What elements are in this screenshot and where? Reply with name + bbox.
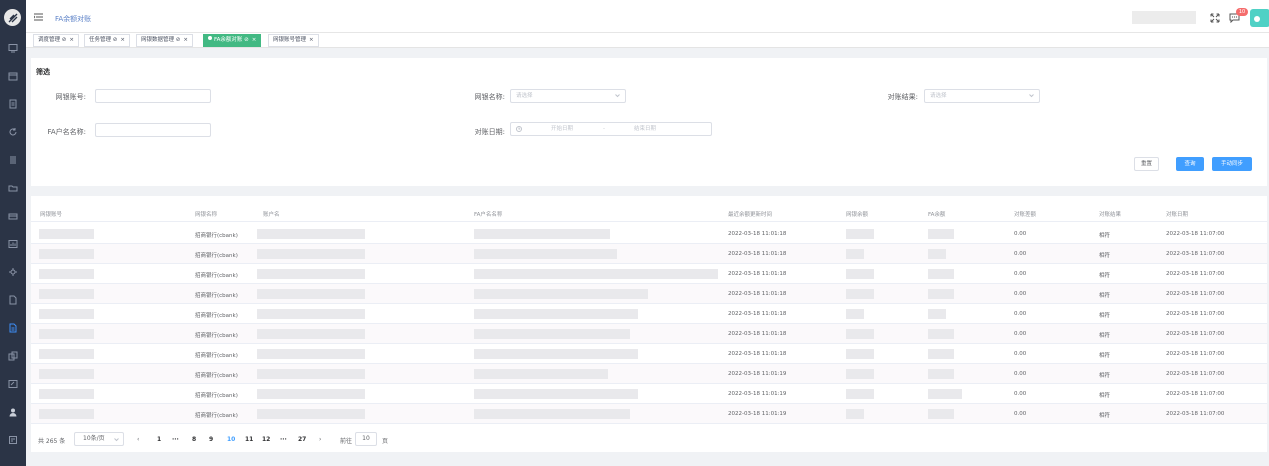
column-header: 对账差额: [1014, 212, 1037, 218]
date-label: 对账日期:: [474, 128, 505, 136]
sidebar: [0, 0, 26, 466]
result-label: 对账结果:: [887, 93, 918, 101]
date-separator: -: [603, 126, 605, 132]
card-icon[interactable]: [7, 210, 18, 221]
tab-bank-account[interactable]: 网银账号管理 ×: [268, 34, 319, 47]
tab-schedule[interactable]: 调度管理 ⊘ ×: [33, 34, 79, 47]
page-11[interactable]: 11: [245, 436, 253, 443]
menu-toggle-icon[interactable]: [34, 13, 43, 21]
column-header: 网银名称: [195, 212, 218, 218]
date-range-picker[interactable]: 开始日期 - 结束日期: [510, 122, 712, 136]
table-row[interactable]: 招商银行(cbank) 2022-03-18 11:01:19 0.00 相符 …: [31, 404, 1267, 424]
goto-label: 前往: [340, 438, 353, 445]
tab-bar: 调度管理 ⊘ × 任务管理 ⊘ × 网银数据管理 ⊘ × FA余额对账 ⊘ × 网银账号…: [26, 33, 1269, 48]
bank-name-select[interactable]: 请选择: [510, 89, 626, 103]
chevron-down-icon: [615, 94, 620, 98]
close-icon[interactable]: ×: [252, 37, 257, 43]
goto-suffix: 页: [382, 438, 389, 445]
edit-icon[interactable]: [7, 378, 18, 389]
page-title: FA余额对账: [55, 15, 92, 23]
top-header: FA余额对账 10: [26, 0, 1269, 33]
page-1[interactable]: 1: [157, 436, 161, 443]
tab-bank-data[interactable]: 网银数据管理 ⊘ ×: [136, 34, 193, 47]
close-icon[interactable]: ×: [183, 37, 188, 43]
close-icon[interactable]: ×: [309, 37, 314, 43]
result-select[interactable]: 请选择: [924, 89, 1040, 103]
page-ellipsis-next[interactable]: ···: [280, 436, 287, 443]
bank-name-label: 网银名称:: [474, 93, 505, 101]
reconcile-icon[interactable]: [7, 322, 18, 333]
table-row[interactable]: 招商银行(cbank) 2022-03-18 11:01:18 0.00 相符 …: [31, 264, 1267, 284]
document-icon[interactable]: [7, 98, 18, 109]
close-icon[interactable]: ×: [69, 37, 74, 43]
message-badge: 10: [1236, 8, 1248, 16]
page-ellipsis-prev[interactable]: ···: [172, 436, 179, 443]
column-header: 最近余额更新时间: [728, 212, 773, 218]
column-header: 对账日期: [1166, 212, 1189, 218]
table-row[interactable]: 招商银行(cbank) 2022-03-18 11:01:18 0.00 相符 …: [31, 244, 1267, 264]
page-12[interactable]: 12: [262, 436, 270, 443]
refresh-icon[interactable]: [7, 126, 18, 137]
account-no-input[interactable]: [95, 89, 211, 103]
pagination: 共 265 条 10条/页 ‹ 1 ··· 8 9 10 11 12 ··· 2…: [31, 430, 1267, 450]
list-icon[interactable]: [7, 154, 18, 165]
page-size-select[interactable]: 10条/页: [74, 432, 124, 446]
manual-sync-button[interactable]: 手动同步: [1212, 157, 1252, 171]
page-10-current[interactable]: 10: [227, 436, 235, 443]
account-no-label: 网银账号:: [55, 93, 86, 101]
column-header: 网银账号: [40, 212, 63, 218]
column-header: FA余额: [928, 212, 946, 218]
copy-icon[interactable]: [7, 350, 18, 361]
data-table: 网银账号 网银名称 账户名 FA户名名称 最近余额更新时间 网银余额 FA余额 …: [31, 196, 1267, 452]
table-row[interactable]: 招商银行(cbank) 2022-03-18 11:01:19 0.00 相符 …: [31, 364, 1267, 384]
column-header: 账户名: [263, 212, 280, 218]
column-header: 对账结果: [1099, 212, 1122, 218]
fullscreen-icon[interactable]: [1210, 13, 1220, 23]
clock-icon: [516, 126, 522, 132]
fa-name-input[interactable]: [95, 123, 211, 137]
page-9[interactable]: 9: [209, 436, 213, 443]
table-row[interactable]: 招商银行(cbank) 2022-03-18 11:01:18 0.00 相符 …: [31, 224, 1267, 244]
page-8[interactable]: 8: [192, 436, 196, 443]
tab-task[interactable]: 任务管理 ⊘ ×: [84, 34, 130, 47]
reset-button[interactable]: 重置: [1134, 157, 1159, 171]
dashboard-icon[interactable]: [7, 42, 18, 53]
prev-page-button[interactable]: ‹: [137, 436, 139, 443]
chart-icon[interactable]: [7, 238, 18, 249]
calendar-icon[interactable]: [7, 70, 18, 81]
folder-icon[interactable]: [7, 182, 18, 193]
app-logo: [4, 9, 21, 26]
table-row[interactable]: 招商银行(cbank) 2022-03-18 11:01:18 0.00 相符 …: [31, 284, 1267, 304]
user-icon[interactable]: [7, 406, 18, 417]
filter-panel: 筛选 网银账号: 网银名称: 请选择 对账结果: 请选择 FA户名名称: 对账日…: [31, 58, 1267, 186]
query-button[interactable]: 查询: [1176, 157, 1204, 171]
table-row[interactable]: 招商银行(cbank) 2022-03-18 11:01:18 0.00 相符 …: [31, 304, 1267, 324]
date-end[interactable]: 结束日期: [634, 123, 656, 135]
goto-page-input[interactable]: 10: [355, 432, 377, 446]
total-count: 共 265 条: [38, 438, 66, 445]
tab-fa-reconcile[interactable]: FA余额对账 ⊘ ×: [203, 34, 262, 47]
user-info[interactable]: [1132, 11, 1196, 24]
table-row[interactable]: 招商银行(cbank) 2022-03-18 11:01:19 0.00 相符 …: [31, 384, 1267, 404]
table-row[interactable]: 招商银行(cbank) 2022-03-18 11:01:18 0.00 相符 …: [31, 324, 1267, 344]
filter-title: 筛选: [36, 68, 50, 76]
date-start[interactable]: 开始日期: [551, 123, 573, 135]
close-icon[interactable]: ×: [120, 37, 125, 43]
column-header: 网银余额: [846, 212, 869, 218]
avatar-indicator: [1254, 16, 1260, 22]
column-header: FA户名名称: [474, 212, 503, 218]
file-icon[interactable]: [7, 294, 18, 305]
chevron-down-icon: [1029, 94, 1034, 98]
fa-name-label: FA户名名称:: [47, 128, 86, 136]
report-icon[interactable]: [7, 434, 18, 445]
chevron-down-icon: [114, 438, 119, 442]
settings-icon[interactable]: [7, 266, 18, 277]
next-page-button[interactable]: ›: [319, 436, 321, 443]
page-27[interactable]: 27: [298, 436, 306, 443]
table-row[interactable]: 招商银行(cbank) 2022-03-18 11:01:18 0.00 相符 …: [31, 344, 1267, 364]
